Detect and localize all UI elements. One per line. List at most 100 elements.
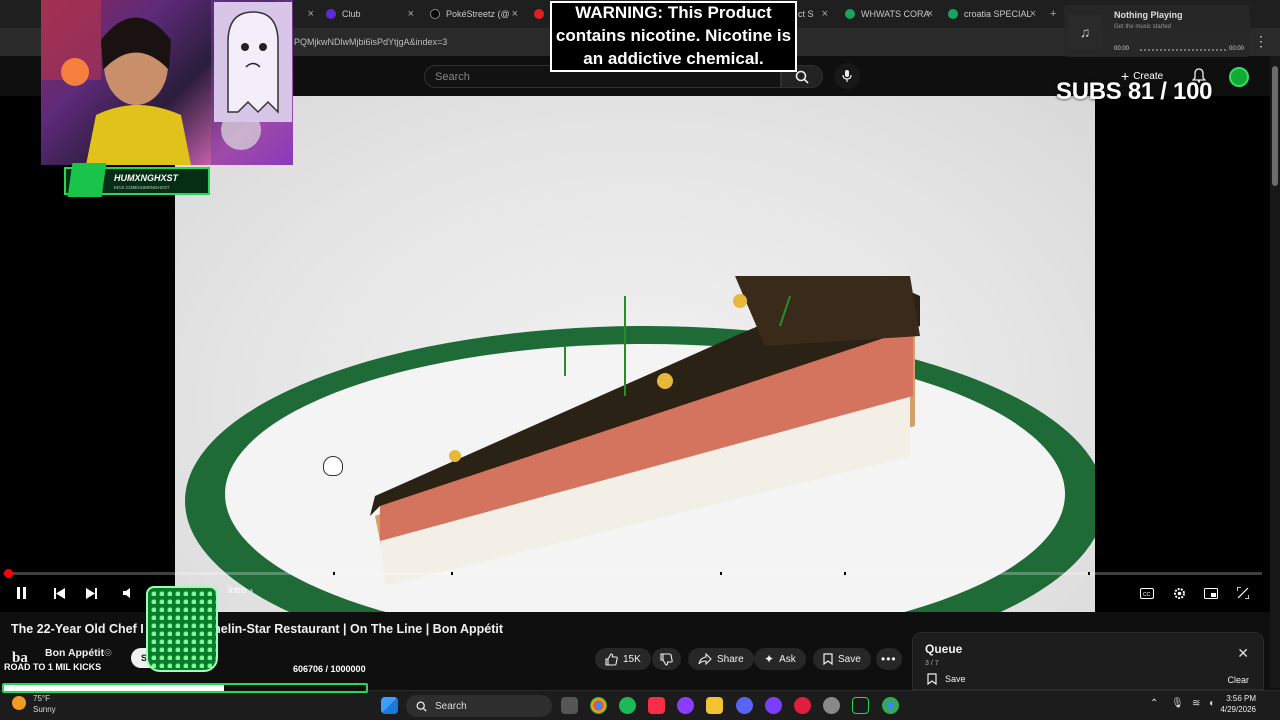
- browser-menu-icon[interactable]: ⋮: [1254, 33, 1268, 50]
- terminal-icon[interactable]: [852, 697, 869, 714]
- reddit-icon: [534, 9, 544, 19]
- now-playing-subtitle: Get the music started: [1114, 24, 1172, 30]
- video-frame[interactable]: [175, 96, 1095, 612]
- weather-temperature[interactable]: 75°F: [33, 694, 50, 703]
- ask-label: Ask: [779, 653, 796, 665]
- tab-croatia-special[interactable]: croatia SPECIAL ×: [948, 4, 1038, 24]
- ghost-poster-image: [214, 2, 292, 122]
- volume-icon: [123, 588, 130, 598]
- tab-label: croatia SPECIAL: [964, 9, 1032, 19]
- chrome-icon[interactable]: [590, 697, 607, 714]
- like-button[interactable]: 15K: [595, 648, 651, 670]
- share-button[interactable]: Share: [688, 648, 754, 670]
- page-scrollbar[interactable]: [1270, 56, 1280, 688]
- tab-label: WHWATS CORA: [861, 9, 930, 19]
- tab-partial[interactable]: ct S ×: [798, 4, 830, 24]
- speaker-icon[interactable]: ◖: [1208, 698, 1214, 709]
- chapter-divider: [844, 572, 846, 575]
- dislike-button[interactable]: [652, 648, 681, 670]
- chapter-divider: [451, 572, 453, 575]
- steam-icon[interactable]: [823, 697, 840, 714]
- queue-save-label: Save: [945, 674, 966, 684]
- music-app-icon[interactable]: [648, 697, 665, 714]
- discord-icon[interactable]: [736, 697, 753, 714]
- sparkle-icon: ✦: [764, 652, 775, 666]
- file-explorer-icon[interactable]: [706, 697, 723, 714]
- queue-clear-button[interactable]: Clear: [1227, 675, 1249, 685]
- streamer-name-badge: HUMXNGHXST KICK.COM/HUMXNGHXST: [64, 163, 210, 197]
- account-avatar[interactable]: [1229, 67, 1249, 87]
- chapter-divider: [720, 572, 722, 575]
- previous-button[interactable]: [50, 584, 68, 602]
- more-horizontal-icon: •••: [881, 652, 897, 666]
- tray-chevron-up-icon[interactable]: ⌃: [1150, 698, 1158, 709]
- tab-club[interactable]: Club ×: [326, 4, 416, 24]
- next-button[interactable]: [82, 584, 100, 602]
- volume-button[interactable]: [120, 584, 138, 602]
- ask-button[interactable]: ✦ Ask: [754, 648, 806, 670]
- close-icon[interactable]: ×: [927, 8, 933, 20]
- miniplayer-icon: [1204, 587, 1218, 599]
- url-text[interactable]: PQMjkwNDlwMjbi6isPdYtjgA&index=3: [294, 37, 447, 47]
- tab-pokestreetz[interactable]: PokéStreetz (@ ×: [430, 4, 520, 24]
- video-title: The 22-Year Old Chef I Michelin-Star Res…: [11, 622, 504, 636]
- scrubber-handle[interactable]: [4, 569, 13, 578]
- queue-panel: Queue 3 / 7 ✕ Save Clear: [912, 632, 1264, 690]
- save-button[interactable]: Save: [813, 648, 871, 670]
- bookmark-icon: [823, 653, 833, 665]
- miniplayer-button[interactable]: [1202, 584, 1220, 602]
- kicks-goal-fill: [4, 685, 224, 691]
- now-playing-widget: ♫ Nothing Playing Get the music started …: [1064, 5, 1250, 57]
- microphone-icon[interactable]: 🎙: [1171, 698, 1184, 709]
- clock-date[interactable]: 4/29/2026: [1220, 705, 1256, 714]
- tab-close-previous[interactable]: ×: [296, 4, 316, 24]
- voice-search-button[interactable]: [834, 63, 860, 89]
- more-actions-button[interactable]: •••: [876, 648, 902, 670]
- close-icon[interactable]: ×: [822, 8, 828, 20]
- chapter-button[interactable]: Intro ›: [228, 585, 253, 595]
- close-icon[interactable]: ×: [408, 8, 414, 20]
- scrollbar-thumb[interactable]: [1272, 66, 1278, 186]
- obs-icon[interactable]: [765, 697, 782, 714]
- queue-position: 3 / 7: [925, 660, 939, 667]
- clock-time[interactable]: 3:56 PM: [1226, 694, 1256, 703]
- verified-badge-icon: ◎: [104, 647, 112, 657]
- close-icon[interactable]: ×: [308, 8, 314, 20]
- windows-start-icon[interactable]: [381, 697, 398, 714]
- search-icon: [795, 70, 809, 84]
- spotify-icon[interactable]: [619, 697, 636, 714]
- kicks-goal-label: ROAD TO 1 MIL KICKS: [4, 662, 102, 672]
- now-playing-title: Nothing Playing: [1114, 10, 1183, 20]
- channel-name[interactable]: Bon Appétit: [45, 647, 104, 659]
- weather-description[interactable]: Sunny: [33, 705, 56, 714]
- tab-reddit[interactable]: [534, 4, 550, 24]
- wifi-icon[interactable]: ≋: [1192, 698, 1200, 709]
- task-view-icon[interactable]: [561, 697, 578, 714]
- tab-whwats-cora[interactable]: WHWATS CORA ×: [845, 4, 935, 24]
- google-icon: [845, 9, 855, 19]
- close-icon[interactable]: ×: [512, 8, 518, 20]
- now-playing-duration: 00:00: [1228, 46, 1244, 52]
- weather-sun-icon[interactable]: [12, 696, 26, 710]
- video-progress-bar[interactable]: [8, 572, 1262, 575]
- close-icon[interactable]: ×: [1030, 8, 1036, 20]
- new-tab-button[interactable]: +: [1050, 4, 1062, 24]
- settings-button[interactable]: [1170, 584, 1188, 602]
- share-icon: [698, 653, 712, 665]
- ghost-cursor-icon: [323, 456, 343, 476]
- kick-logo-icon: [67, 163, 107, 197]
- pause-button[interactable]: [12, 584, 30, 602]
- app-icon[interactable]: [677, 697, 694, 714]
- fullscreen-button[interactable]: [1234, 584, 1252, 602]
- save-label: Save: [838, 653, 861, 665]
- taskbar-search[interactable]: Search: [406, 695, 552, 717]
- music-note-icon: ♫: [1068, 15, 1102, 49]
- captions-button[interactable]: CC: [1138, 584, 1156, 602]
- bookmark-icon: [927, 673, 937, 685]
- chrome-active-icon[interactable]: [882, 697, 899, 714]
- chapter-label: Intro: [228, 585, 247, 595]
- search-placeholder: Search: [435, 71, 470, 83]
- queue-save-button[interactable]: Save: [927, 673, 966, 685]
- close-icon[interactable]: ✕: [1237, 645, 1249, 662]
- opera-icon[interactable]: [794, 697, 811, 714]
